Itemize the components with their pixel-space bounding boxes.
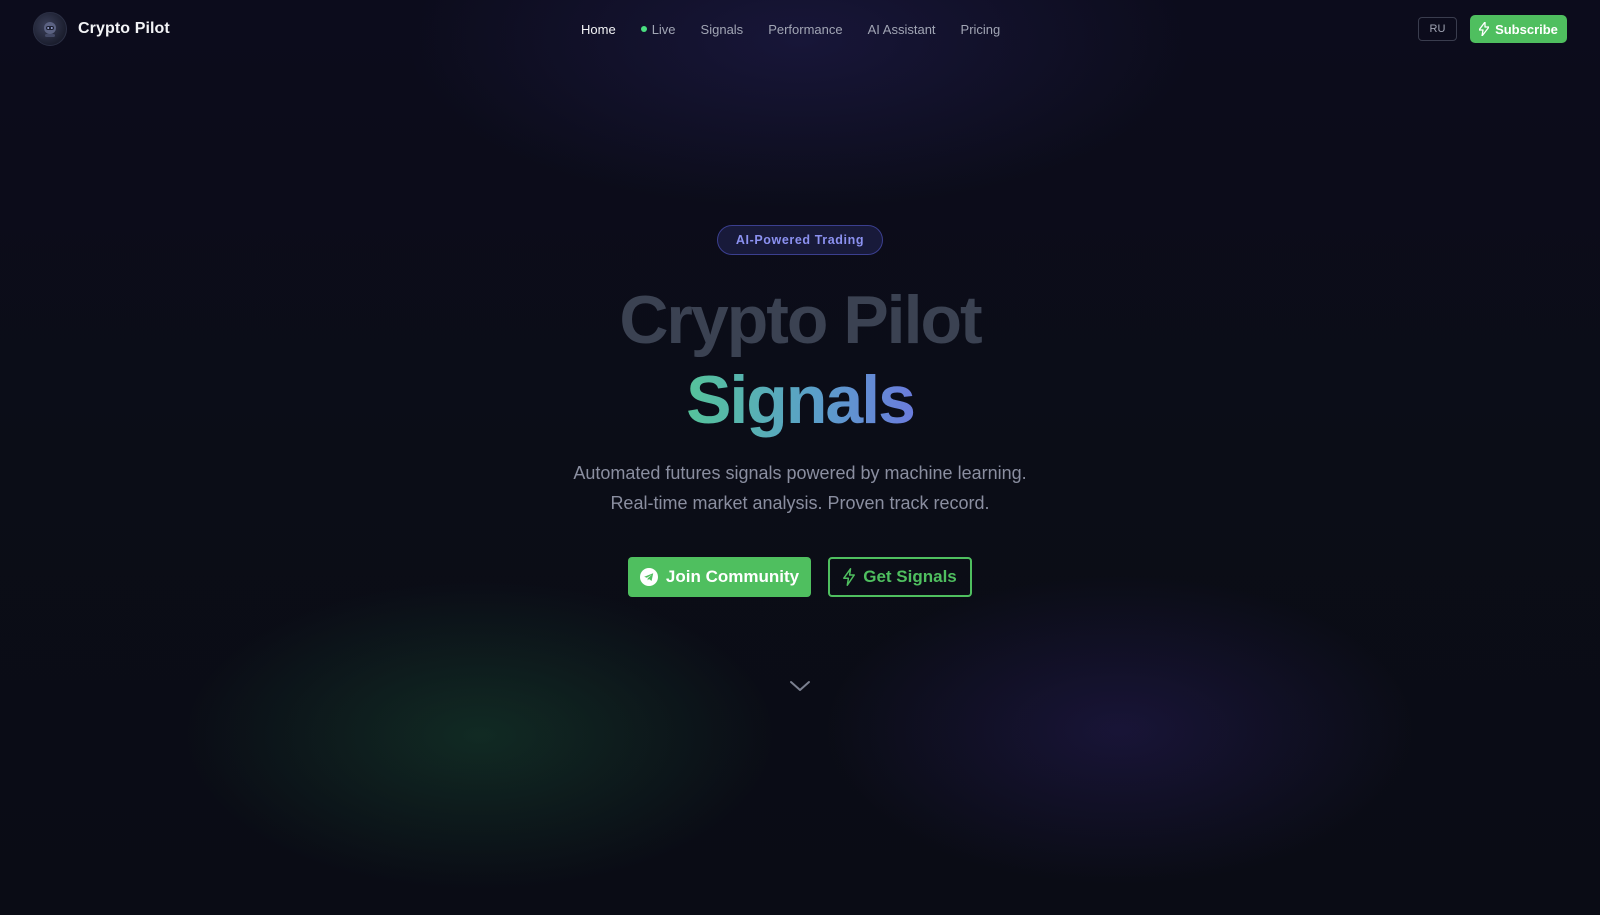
get-signals-label: Get Signals [863,567,957,586]
get-signals-button[interactable]: Get Signals [828,557,972,597]
join-community-label: Join Community [665,567,800,586]
nav-item-signals[interactable]: Signals [701,22,744,37]
nav-item-home[interactable]: Home [581,22,616,37]
live-status-dot [640,26,647,32]
language-toggle-button[interactable]: RU [1418,17,1457,41]
lightning-icon [1479,22,1490,36]
nav-item-ai-assistant[interactable]: AI Assistant [868,22,936,37]
telegram-icon [639,568,658,586]
ai-powered-badge: AI-Powered Trading [717,225,883,255]
nav-item-live[interactable]: Live [640,21,676,37]
nav-item-live-label: Live [651,21,676,37]
page: Crypto Pilot Home Live Signals Performan… [0,0,1600,915]
nav-item-performance[interactable]: Performance [768,22,842,37]
brand-link[interactable]: Crypto Pilot [33,12,170,46]
lightning-icon [843,568,856,586]
subscribe-button[interactable]: Subscribe [1470,15,1567,43]
top-navbar: Crypto Pilot Home Live Signals Performan… [0,0,1600,58]
hero-subtitle: Automated futures signals powered by mac… [0,458,1600,518]
hero-subtitle-line2: Real-time market analysis. Proven track … [610,493,990,513]
robot-avatar-icon [33,12,67,46]
nav-item-pricing[interactable]: Pricing [961,22,1001,37]
hero-subtitle-line1: Automated futures signals powered by mac… [573,463,1027,483]
hero-title-line1: Crypto Pilot [619,282,982,358]
chevron-down-icon[interactable] [788,676,812,696]
hero-title-line2: Signals [0,358,1600,442]
subscribe-label: Subscribe [1495,21,1558,37]
join-community-button[interactable]: Join Community [628,557,811,597]
hero-title-gradient-text: Signals [686,362,916,438]
brand-name: Crypto Pilot [78,20,170,37]
main-nav: Home Live Signals Performance AI Assista… [581,18,1000,40]
